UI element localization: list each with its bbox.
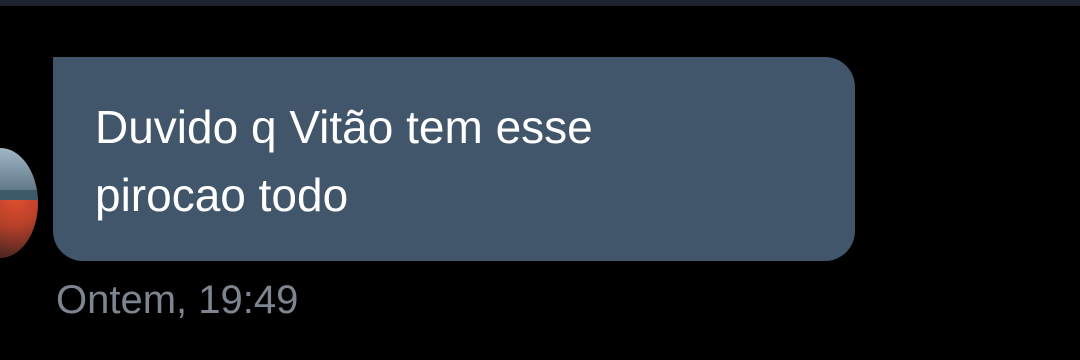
message-text: Duvido q Vitão tem esse pirocao todo [95,101,593,221]
chat-screen: Duvido q Vitão tem esse pirocao todo Ont… [0,0,1080,360]
sender-avatar[interactable] [0,148,38,258]
avatar-photo-detail [0,189,38,200]
message-bubble[interactable]: Duvido q Vitão tem esse pirocao todo [53,57,855,261]
top-divider [0,0,1080,6]
avatar-photo-sky [0,148,38,192]
message-timestamp: Ontem, 19:49 [56,278,299,322]
